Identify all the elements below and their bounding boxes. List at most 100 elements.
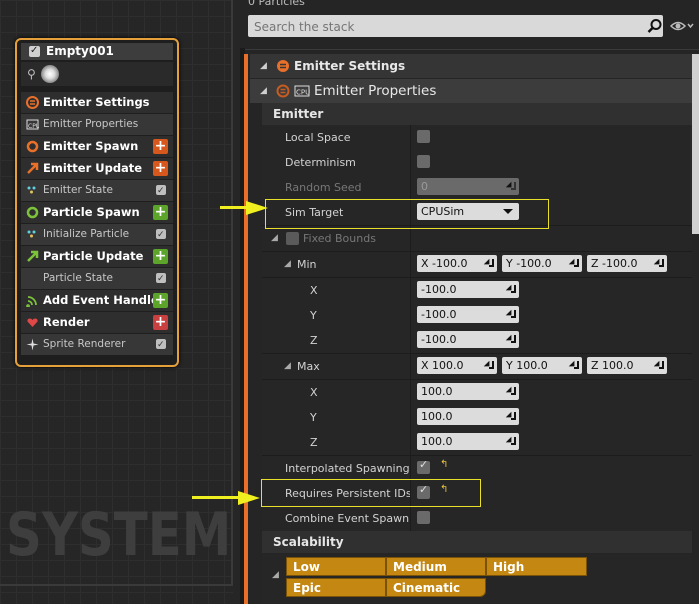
cpu-icon: CPU	[26, 119, 39, 130]
node-row-add-event-handler[interactable]: Add Event Handler +	[21, 290, 173, 311]
column-splitter[interactable]	[410, 430, 411, 455]
prop-label: X	[310, 386, 318, 399]
annotation-arrow-icon	[220, 201, 268, 215]
column-splitter[interactable]	[410, 328, 411, 353]
column-splitter[interactable]	[410, 380, 411, 405]
column-splitter[interactable]	[410, 303, 411, 328]
emitter-node[interactable]: Empty001 ⚲ Emitter Settings CPU Emitter …	[15, 38, 179, 367]
prop-label: Combine Event Spawn	[285, 512, 410, 525]
emitter-settings-header[interactable]: ◢ Emitter Settings	[250, 54, 692, 78]
collapse-triangle-icon[interactable]: ◢	[260, 79, 267, 103]
node-row-particle-state[interactable]: Particle State	[21, 268, 173, 290]
min-x-field[interactable]: X -100.0	[417, 255, 497, 272]
column-splitter[interactable]	[410, 456, 411, 481]
scalability-epic-button[interactable]: Epic	[286, 578, 386, 597]
column-splitter[interactable]	[410, 506, 411, 531]
search-icon[interactable]	[647, 18, 663, 34]
min-x-value-field[interactable]: -100.0	[417, 281, 519, 298]
emitter-enabled-checkbox[interactable]	[29, 42, 40, 59]
local-space-checkbox[interactable]	[417, 130, 430, 143]
max-z-value-field[interactable]: 100.0	[417, 433, 519, 450]
column-splitter[interactable]	[410, 175, 411, 200]
persistent-ids-highlight	[261, 479, 481, 507]
prop-row-min-y: Y -100.0	[262, 303, 692, 329]
node-row-initialize-particle[interactable]: Initialize Particle	[21, 224, 173, 246]
column-splitter[interactable]	[410, 278, 411, 303]
add-renderer-button[interactable]: +	[153, 315, 168, 330]
node-row-label: Initialize Particle	[43, 228, 130, 240]
add-event-handler-button[interactable]: +	[153, 293, 168, 308]
add-module-button[interactable]: +	[153, 249, 168, 264]
reset-to-default-icon[interactable]: ↰	[440, 459, 448, 470]
node-row-particle-spawn[interactable]: Particle Spawn +	[21, 202, 173, 223]
collapse-triangle-icon[interactable]: ◢	[271, 226, 278, 251]
node-row-render[interactable]: Render +	[21, 312, 173, 333]
prop-label: Max	[297, 360, 320, 373]
max-y-field[interactable]: Y 100.0	[502, 357, 582, 374]
collapse-triangle-icon[interactable]: ◢	[284, 354, 291, 379]
module-enabled-checkbox[interactable]	[156, 269, 166, 290]
max-x-field[interactable]: X 100.0	[417, 357, 497, 374]
node-row-emitter-settings[interactable]: Emitter Settings	[21, 92, 173, 113]
node-row-emitter-update[interactable]: Emitter Update +	[21, 158, 173, 179]
combine-event-spawn-checkbox[interactable]	[417, 511, 430, 524]
column-splitter[interactable]	[410, 354, 411, 379]
node-row-particle-update[interactable]: Particle Update +	[21, 246, 173, 267]
collapse-triangle-icon[interactable]: ◢	[272, 570, 279, 580]
node-row-emitter-properties[interactable]: CPU Emitter Properties	[21, 114, 173, 135]
search-input[interactable]	[252, 17, 646, 37]
prop-label: Y	[310, 309, 317, 322]
cpu-icon: CPU	[294, 85, 310, 97]
prop-row-combine-event-spawn: Combine Event Spawn	[262, 506, 692, 532]
max-z-field[interactable]: Z 100.0	[587, 357, 667, 374]
min-y-value-field[interactable]: -100.0	[417, 306, 519, 323]
emitter-category-header[interactable]: Emitter	[262, 103, 692, 125]
min-z-value-field[interactable]: -100.0	[417, 331, 519, 348]
min-z-field[interactable]: Z -100.0	[587, 255, 667, 272]
stack-search-box[interactable]	[248, 15, 663, 37]
column-splitter[interactable]	[410, 150, 411, 175]
add-module-button[interactable]: +	[153, 139, 168, 154]
max-x-value-field[interactable]: 100.0	[417, 383, 519, 400]
scalability-high-button[interactable]: High	[486, 557, 587, 576]
node-row-label: Emitter Update	[43, 161, 143, 175]
node-row-label: Particle Spawn	[43, 205, 140, 219]
node-row-emitter-spawn[interactable]: Emitter Spawn +	[21, 136, 173, 157]
emitter-properties-header[interactable]: ◢ CPU Emitter Properties	[250, 79, 692, 103]
svg-text:CPU: CPU	[296, 89, 310, 97]
scalability-low-button[interactable]: Low	[286, 557, 386, 576]
stack-scrollbar[interactable]	[692, 54, 699, 234]
interpolated-spawning-checkbox[interactable]	[417, 458, 430, 474]
module-enabled-checkbox[interactable]	[156, 335, 166, 356]
node-row-label: Add Event Handler	[43, 293, 165, 307]
column-splitter[interactable]	[410, 252, 411, 277]
column-splitter[interactable]	[410, 405, 411, 430]
column-splitter[interactable]	[410, 226, 411, 251]
node-row-label: Emitter Spawn	[43, 139, 139, 153]
prop-label: Y	[310, 411, 317, 424]
scalability-cinematic-button[interactable]: Cinematic	[386, 578, 486, 597]
node-row-emitter-state[interactable]: Emitter State	[21, 180, 173, 202]
stack-header-divider	[240, 49, 699, 50]
max-y-value-field[interactable]: 100.0	[417, 408, 519, 425]
arrow-icon	[27, 250, 39, 262]
scalability-category-header[interactable]: Scalability	[262, 531, 692, 553]
collapse-triangle-icon[interactable]: ◢	[260, 54, 267, 78]
collapse-triangle-icon[interactable]: ◢	[284, 252, 291, 277]
fixed-bounds-checkbox[interactable]	[286, 232, 299, 245]
emitter-node-title[interactable]: Empty001	[21, 42, 173, 60]
node-row-sprite-renderer[interactable]: Sprite Renderer	[21, 334, 173, 356]
determinism-checkbox[interactable]	[417, 155, 430, 168]
min-y-field[interactable]: Y -100.0	[502, 255, 582, 272]
emitter-color-strip	[244, 54, 248, 604]
drag-handle-icon	[508, 182, 516, 190]
scalability-medium-button[interactable]: Medium	[386, 557, 486, 576]
eye-icon[interactable]	[669, 19, 694, 33]
column-splitter[interactable]	[410, 125, 411, 150]
pin-icon[interactable]: ⚲	[27, 67, 36, 81]
module-enabled-checkbox[interactable]	[156, 225, 166, 246]
node-row-label: Render	[43, 315, 90, 329]
add-module-button[interactable]: +	[153, 161, 168, 176]
add-module-button[interactable]: +	[153, 205, 168, 220]
module-enabled-checkbox[interactable]	[156, 181, 166, 202]
